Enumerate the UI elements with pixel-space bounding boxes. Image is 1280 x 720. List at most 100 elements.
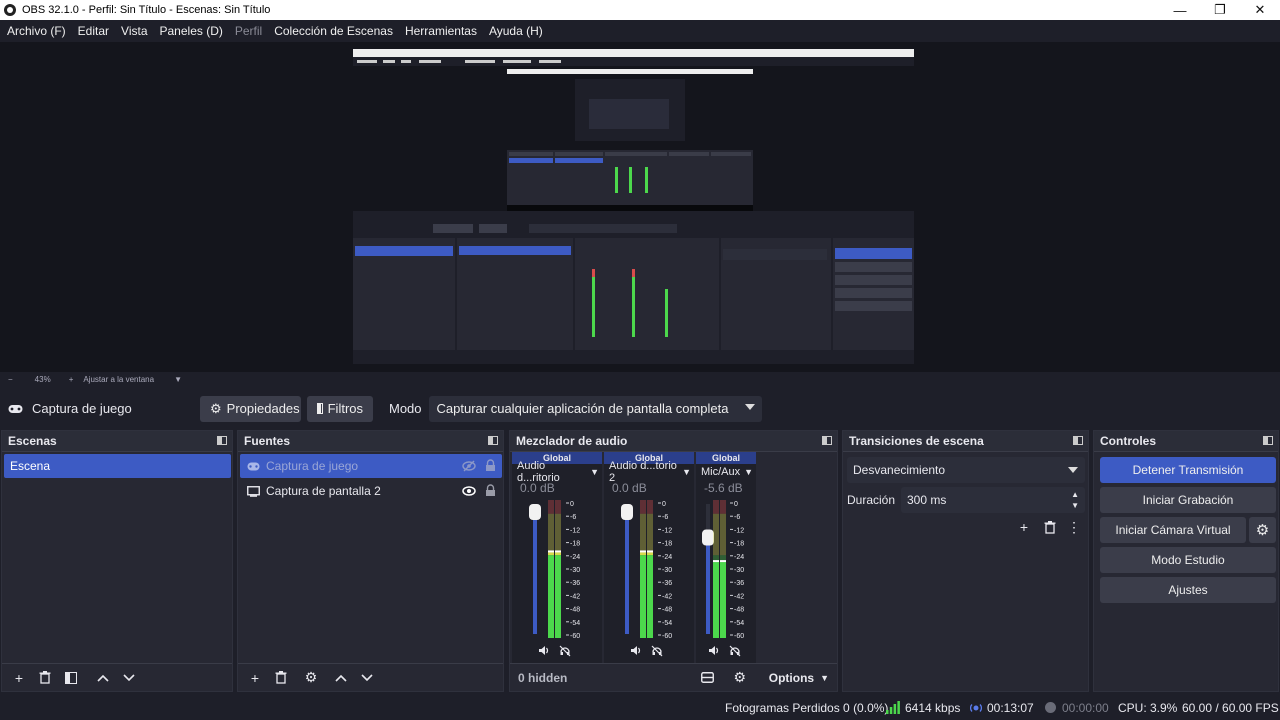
trash-icon[interactable] bbox=[270, 667, 292, 689]
status-bar: Fotogramas Perdidos 0 (0.0%) 6414 kbps 0… bbox=[0, 696, 1280, 720]
svg-text:-12: -12 bbox=[734, 527, 744, 534]
mixer-toolbar: 0 hidden ⚙ Options ▼ bbox=[510, 663, 837, 691]
gear-icon: ⚙ bbox=[210, 400, 222, 416]
spin-up-icon[interactable]: ▲ bbox=[1071, 490, 1079, 499]
window-title: OBS 32.1.0 - Perfil: Sin Título - Escena… bbox=[22, 4, 271, 16]
svg-text:-24: -24 bbox=[734, 554, 744, 561]
zoom-out-button[interactable]: − bbox=[8, 375, 13, 384]
mixer-title: Mezclador de audio bbox=[516, 434, 628, 448]
advanced-audio-icon[interactable]: ⚙ bbox=[729, 667, 751, 689]
scene-filters-icon[interactable] bbox=[60, 667, 82, 689]
more-options-icon[interactable]: ⋮ bbox=[1063, 516, 1085, 538]
volume-fader[interactable] bbox=[620, 500, 634, 638]
speaker-icon[interactable] bbox=[708, 645, 720, 656]
duration-label: Duración bbox=[847, 493, 896, 507]
source-item[interactable]: Captura de juego bbox=[240, 454, 502, 478]
fader-handle[interactable] bbox=[621, 504, 633, 520]
monitor-off-icon[interactable] bbox=[559, 645, 571, 657]
caret-down-icon: ▼ bbox=[590, 467, 599, 477]
eye-hidden-icon[interactable] bbox=[462, 460, 476, 472]
obs-logo-icon bbox=[4, 4, 16, 16]
preview-area[interactable] bbox=[0, 42, 1280, 372]
filters-button[interactable]: Filtros bbox=[307, 395, 373, 422]
transition-select[interactable]: Desvanecimiento bbox=[847, 457, 1085, 483]
duration-spinbox[interactable]: 300 ms ▲ ▼ bbox=[901, 487, 1085, 513]
add-scene-button[interactable]: + bbox=[8, 667, 30, 689]
menu-herramientas[interactable]: Herramientas bbox=[405, 24, 477, 38]
channel-volume-db: -5.6 dB bbox=[704, 481, 743, 495]
svg-text:-24: -24 bbox=[570, 554, 580, 561]
fader-handle[interactable] bbox=[529, 504, 541, 520]
zoom-in-button[interactable]: + bbox=[69, 375, 74, 384]
maximize-button[interactable]: ❐ bbox=[1200, 0, 1240, 20]
eye-icon[interactable] bbox=[462, 486, 476, 496]
volume-fader[interactable] bbox=[528, 500, 542, 638]
channel-name-menu[interactable]: Audio d...ritorio ▼ bbox=[512, 460, 602, 484]
options-button[interactable]: Options ▼ bbox=[769, 671, 829, 685]
chevron-down-icon[interactable] bbox=[118, 667, 140, 689]
stop-stream-button[interactable]: Detener Transmisión bbox=[1100, 457, 1276, 483]
monitor-off-icon[interactable] bbox=[651, 645, 663, 657]
properties-label: Propiedades bbox=[226, 401, 300, 416]
undock-icon[interactable] bbox=[488, 436, 498, 445]
controls-panel: Controles Detener Transmisión Iniciar Gr… bbox=[1093, 430, 1279, 692]
svg-text:-18: -18 bbox=[570, 541, 580, 548]
preview-canvas[interactable] bbox=[353, 49, 914, 364]
svg-text:-48: -48 bbox=[662, 607, 672, 614]
gear-icon[interactable]: ⚙ bbox=[300, 667, 322, 689]
lock-icon[interactable] bbox=[485, 484, 496, 497]
channel-name-menu[interactable]: Mic/Aux ▼ bbox=[696, 464, 756, 480]
menu-vista[interactable]: Vista bbox=[121, 24, 147, 38]
virtual-camera-settings-button[interactable]: ⚙ bbox=[1249, 517, 1276, 543]
lock-icon[interactable] bbox=[485, 459, 496, 472]
scene-item[interactable]: Escena bbox=[4, 454, 231, 478]
undock-icon[interactable] bbox=[1263, 436, 1273, 445]
zoom-fit-label[interactable]: Ajustar a la ventana bbox=[83, 375, 154, 384]
undock-icon[interactable] bbox=[217, 436, 227, 445]
start-recording-button[interactable]: Iniciar Grabación bbox=[1100, 487, 1276, 513]
menu-ayuda[interactable]: Ayuda (H) bbox=[489, 24, 543, 38]
scenes-toolbar: + bbox=[2, 663, 232, 691]
speaker-icon[interactable] bbox=[538, 645, 550, 656]
source-item[interactable]: Captura de pantalla 2 bbox=[240, 479, 502, 503]
transition-select-value: Desvanecimiento bbox=[853, 463, 946, 477]
svg-text:-60: -60 bbox=[662, 633, 672, 638]
virtual-camera-button[interactable]: Iniciar Cámara Virtual bbox=[1100, 517, 1246, 543]
layout-toggle-icon[interactable] bbox=[697, 667, 719, 689]
spin-down-icon[interactable]: ▼ bbox=[1071, 501, 1079, 510]
settings-button[interactable]: Ajustes bbox=[1100, 577, 1276, 603]
add-source-button[interactable]: + bbox=[244, 667, 266, 689]
trash-icon[interactable] bbox=[1039, 516, 1061, 538]
start-recording-label: Iniciar Grabación bbox=[1142, 493, 1234, 507]
properties-button[interactable]: ⚙ Propiedades bbox=[200, 395, 301, 422]
chevron-down-icon[interactable] bbox=[356, 667, 378, 689]
menu-perfil[interactable]: Perfil bbox=[235, 24, 262, 38]
speaker-icon[interactable] bbox=[630, 645, 642, 656]
chevron-up-icon[interactable] bbox=[92, 667, 114, 689]
menu-paneles[interactable]: Paneles (D) bbox=[160, 24, 223, 38]
caret-down-icon: ▼ bbox=[682, 467, 691, 477]
record-time: 00:00:00 bbox=[1062, 701, 1109, 715]
monitor-off-icon[interactable] bbox=[729, 645, 741, 657]
channel-name-menu[interactable]: Audio d...torio 2 ▼ bbox=[604, 460, 694, 484]
add-transition-button[interactable]: + bbox=[1013, 516, 1035, 538]
menu-coleccion-escenas[interactable]: Colección de Escenas bbox=[274, 24, 393, 38]
chevron-up-icon[interactable] bbox=[330, 667, 352, 689]
close-button[interactable]: ✕ bbox=[1240, 0, 1280, 20]
svg-text:0: 0 bbox=[570, 501, 574, 508]
hidden-count[interactable]: 0 hidden bbox=[518, 671, 567, 685]
minimize-button[interactable]: — bbox=[1160, 0, 1200, 20]
mode-select[interactable]: Capturar cualquier aplicación de pantall… bbox=[428, 395, 762, 422]
svg-text:-18: -18 bbox=[734, 541, 744, 548]
undock-icon[interactable] bbox=[1073, 436, 1083, 445]
filter-icon bbox=[317, 403, 323, 414]
caret-down-icon: ▼ bbox=[744, 467, 754, 477]
trash-icon[interactable] bbox=[34, 667, 56, 689]
menu-editar[interactable]: Editar bbox=[78, 24, 109, 38]
menu-archivo[interactable]: Archivo (F) bbox=[7, 24, 66, 38]
zoom-dropdown-icon[interactable]: ▼ bbox=[174, 375, 182, 384]
level-meter bbox=[640, 500, 654, 638]
studio-mode-button[interactable]: Modo Estudio bbox=[1100, 547, 1276, 573]
undock-icon[interactable] bbox=[822, 436, 832, 445]
source-item-label: Captura de pantalla 2 bbox=[266, 484, 381, 498]
